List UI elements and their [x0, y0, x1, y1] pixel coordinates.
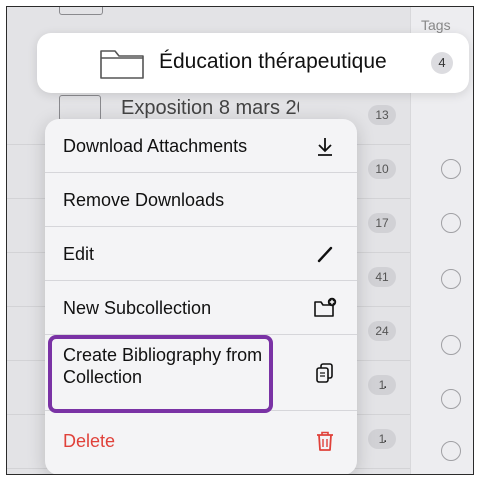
count-badge: 41 — [368, 267, 396, 287]
menu-item-edit[interactable]: Edit — [45, 227, 357, 281]
menu-item-label: Delete — [63, 431, 116, 451]
selected-collection-preview[interactable]: Éducation thérapeutique 4 — [37, 33, 469, 93]
count-badge: 17 — [368, 213, 396, 233]
radio-button[interactable] — [441, 389, 461, 409]
folder-icon — [100, 50, 144, 79]
radio-button[interactable] — [441, 269, 461, 289]
screenshot-frame: Exposition 8 mars 20 13 10 17 41 24 1 1 … — [6, 6, 474, 475]
count-badge: 1 — [368, 375, 396, 395]
collection-title: Éducation thérapeutique — [159, 50, 387, 73]
menu-item-label: Download Attachments — [63, 136, 248, 156]
folder-icon — [59, 7, 103, 15]
menu-item-download-attachments[interactable]: Download Attachments — [45, 119, 357, 173]
ellipsis-text: . — [383, 429, 388, 446]
count-badge: 24 — [368, 321, 396, 341]
context-menu: Download Attachments Remove Downloads Ed… — [45, 119, 357, 474]
pencil-icon — [317, 246, 333, 263]
folder-plus-icon — [314, 297, 337, 317]
menu-item-label: Edit — [63, 244, 95, 264]
radio-button[interactable] — [441, 335, 461, 355]
download-icon — [318, 138, 332, 156]
copy-document-icon — [316, 363, 333, 383]
count-badge: 13 — [368, 105, 396, 125]
menu-item-new-subcollection[interactable]: New Subcollection — [45, 281, 357, 335]
menu-item-remove-downloads[interactable]: Remove Downloads — [45, 173, 357, 227]
menu-item-delete[interactable]: Delete — [45, 411, 357, 474]
trash-icon — [317, 431, 333, 451]
tags-header: Tags — [421, 17, 451, 33]
ellipsis-text: . — [383, 375, 388, 392]
radio-button[interactable] — [441, 213, 461, 233]
radio-button[interactable] — [441, 441, 461, 461]
count-badge: 4 — [431, 52, 453, 74]
menu-item-label: New Subcollection — [63, 298, 212, 318]
radio-button[interactable] — [441, 159, 461, 179]
count-badge: 1 — [368, 429, 396, 449]
menu-item-label: Remove Downloads — [63, 190, 225, 210]
count-badge: 10 — [368, 159, 396, 179]
highlight-box — [48, 335, 273, 413]
